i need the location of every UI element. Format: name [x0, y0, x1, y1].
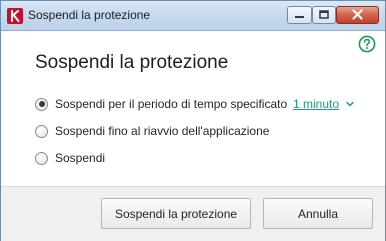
- option-specified-period[interactable]: Sospendi per il periodo di tempo specifi…: [35, 95, 287, 113]
- window-title: Sospendi la protezione: [28, 8, 151, 22]
- close-icon: [352, 9, 363, 20]
- chevron-down-icon[interactable]: [346, 100, 354, 108]
- page-title: Sospendi la protezione: [35, 52, 229, 73]
- minimize-button[interactable]: [287, 6, 312, 24]
- dialog-footer: Sospendi la protezione Annulla: [1, 186, 385, 241]
- maximize-icon: [319, 10, 329, 19]
- duration-dropdown[interactable]: 1 minuto: [293, 97, 339, 111]
- radio-button[interactable]: [35, 124, 48, 138]
- option-until-restart[interactable]: Sospendi fino al riavvio dell'applicazio…: [35, 122, 269, 140]
- option-label: Sospendi per il periodo di tempo specifi…: [55, 97, 288, 111]
- help-question-icon[interactable]: [358, 35, 376, 53]
- option-label: Sospendi fino al riavvio dell'applicazio…: [55, 124, 270, 138]
- kaspersky-logo-icon: [7, 8, 23, 24]
- title-bar[interactable]: Sospendi la protezione: [1, 1, 385, 31]
- option-suspend[interactable]: Sospendi: [35, 149, 105, 167]
- radio-button[interactable]: [35, 151, 48, 165]
- option-label: Sospendi: [55, 151, 106, 165]
- dialog-window: Sospendi la protezione Sospendi la prote…: [0, 0, 386, 241]
- suspend-protection-button[interactable]: Sospendi la protezione: [101, 198, 251, 229]
- close-button[interactable]: [336, 6, 379, 24]
- maximize-button[interactable]: [312, 6, 336, 24]
- cancel-button[interactable]: Annulla: [263, 198, 373, 229]
- radio-button[interactable]: [35, 97, 48, 111]
- minimize-icon: [295, 16, 304, 18]
